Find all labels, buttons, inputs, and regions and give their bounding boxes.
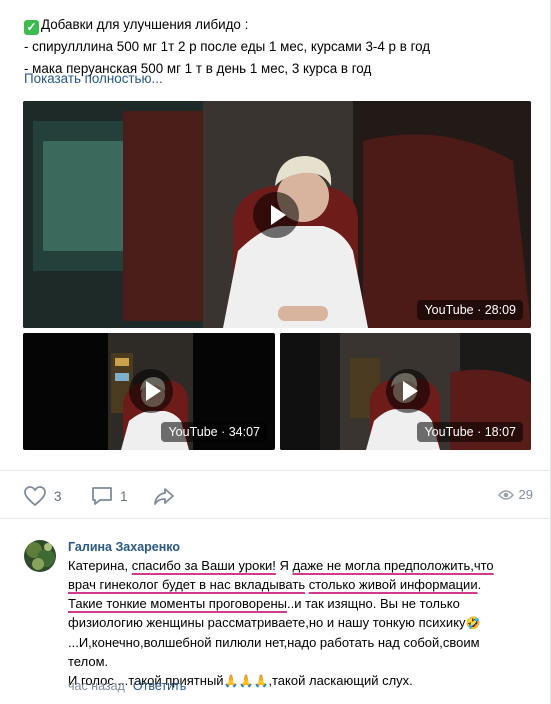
comment-count: 1 (120, 488, 128, 504)
like-count: 3 (54, 488, 62, 504)
views-counter: 29 (497, 487, 533, 502)
praying-hands-emoji-icon: 🙏🙏🙏 (223, 674, 269, 688)
video-third[interactable]: YouTube · 18:07 (280, 333, 531, 450)
comment-line: Такие тонкие моменты проговорены..и так … (68, 596, 460, 611)
play-icon (403, 381, 418, 401)
comment-meta: час назад Ответить (68, 679, 186, 693)
video-duration-badge: YouTube · 18:07 (417, 422, 523, 442)
comment-author[interactable]: Галина Захаренко (68, 540, 180, 554)
video-main[interactable]: YouTube · 28:09 (23, 101, 531, 328)
play-icon (146, 381, 161, 401)
play-button[interactable] (129, 369, 173, 413)
comment-button[interactable]: 1 (90, 485, 128, 507)
comment-line: телом. (68, 654, 109, 669)
comment-icon (92, 487, 112, 505)
post-action-bar: 3 1 29 (0, 470, 551, 519)
check-mark-icon: ✓ (24, 20, 39, 35)
avatar[interactable] (24, 540, 56, 572)
comment-text: Катерина, спасибо за Ваши уроки! Я даже … (68, 556, 538, 691)
comment-line: физиологию женщины рассматриваете,но и н… (68, 615, 481, 630)
play-button[interactable] (386, 369, 430, 413)
comment-line: Катерина, спасибо за Ваши уроки! Я даже … (68, 558, 494, 573)
comment-time[interactable]: час назад (68, 679, 125, 693)
share-button[interactable] (152, 485, 176, 507)
comment-line: врач гинеколог будет в нас вкладывать ст… (68, 577, 482, 592)
video-second[interactable]: YouTube · 34:07 (23, 333, 275, 450)
eye-icon (497, 489, 514, 500)
laughing-emoji-icon: 🤣 (465, 616, 481, 630)
post-line: - спирулллина 500 мг 1т 2 р после еды 1 … (24, 39, 431, 54)
like-button[interactable]: 3 (23, 485, 62, 507)
comment-line: ...И,конечно,волшебной пилюли нет,надо р… (68, 635, 480, 650)
video-duration-badge: YouTube · 28:09 (417, 300, 523, 320)
reply-link[interactable]: Ответить (133, 679, 186, 693)
views-count: 29 (518, 487, 533, 502)
avatar-image (24, 540, 56, 572)
post-line-title: ✓ Добавки для улучшения либидо : (24, 14, 430, 36)
play-icon (271, 205, 286, 225)
share-icon (154, 488, 174, 505)
video-duration-badge: YouTube · 34:07 (161, 422, 267, 442)
divider (0, 518, 551, 519)
play-button[interactable] (253, 192, 299, 238)
heart-icon (24, 486, 46, 507)
show-more-link[interactable]: Показать полностью... (24, 71, 163, 86)
